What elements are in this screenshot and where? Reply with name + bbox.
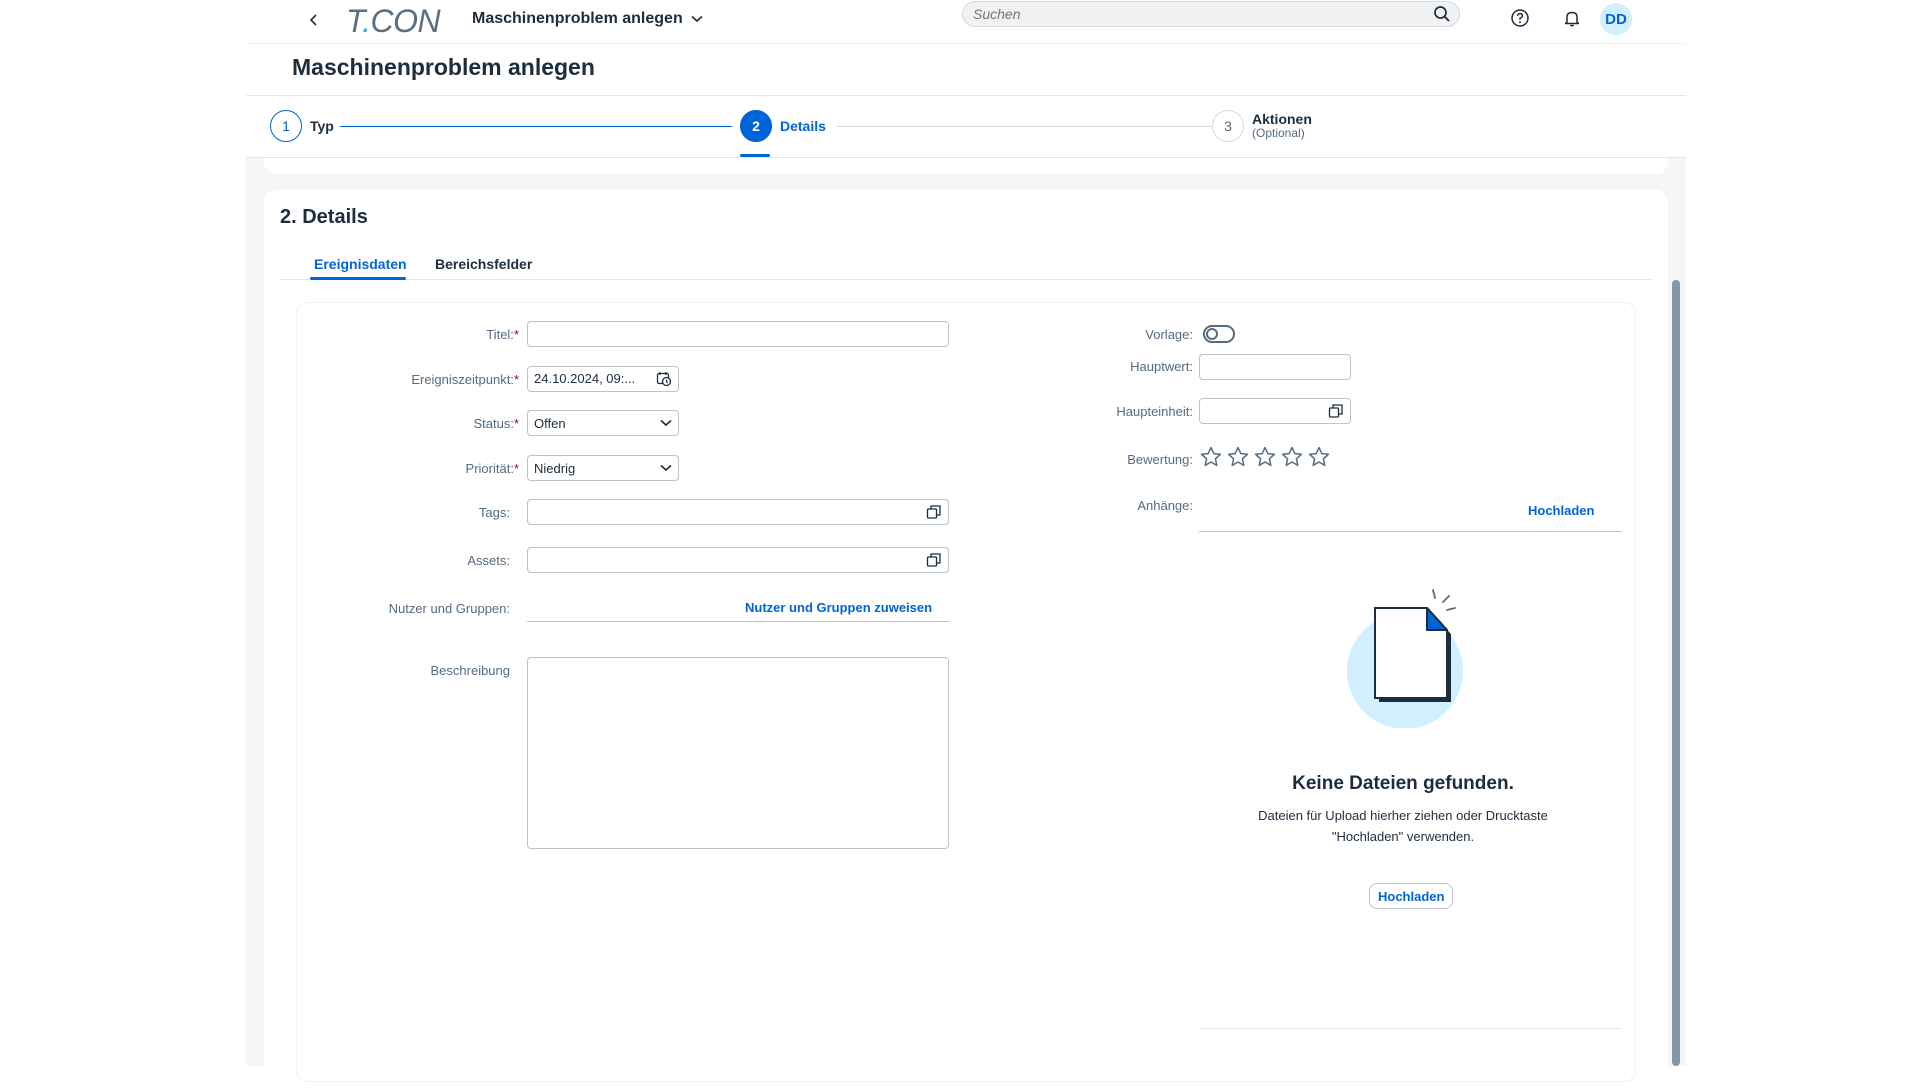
status-label: Status:* — [473, 416, 519, 431]
previous-section-bottom — [264, 158, 1668, 174]
step-connector-completed — [340, 126, 732, 127]
wizard-step-aktionen[interactable]: 3 Aktionen (Optional) — [1212, 110, 1312, 142]
form-panel: Titel:* Ereigniszeitpunkt:* 24.10.2024, … — [296, 302, 1636, 1082]
step-connector-pending — [836, 126, 1216, 127]
step-number: 2 — [740, 110, 772, 142]
tcon-logo[interactable]: T.CON — [346, 3, 441, 40]
bewertung-label: Bewertung: — [1127, 452, 1193, 467]
form-container: Titel:* Ereigniszeitpunkt:* 24.10.2024, … — [296, 302, 1636, 1082]
upload-link[interactable]: Hochladen — [1528, 503, 1594, 518]
search-field[interactable] — [962, 1, 1460, 27]
switch-knob — [1206, 328, 1218, 340]
upload-button[interactable]: Hochladen — [1369, 883, 1454, 909]
active-tab-indicator — [310, 277, 406, 280]
wizard-step-typ[interactable]: 1 Typ — [270, 110, 334, 142]
star-icon[interactable] — [1280, 445, 1304, 469]
step-number: 1 — [270, 110, 302, 142]
empty-state-title: Keine Dateien gefunden. — [1292, 773, 1514, 794]
chevron-down-icon — [660, 419, 672, 427]
nutzer-gruppen-underline — [527, 621, 949, 622]
calendar-clock-icon[interactable] — [656, 371, 672, 387]
back-button[interactable] — [302, 8, 326, 32]
step-label: Details — [780, 118, 826, 134]
assets-label: Assets: — [467, 553, 510, 568]
app-window: T.CON Maschinenproblem anlegen DD Maschi… — [246, 0, 1686, 1090]
page-title: Maschinenproblem anlegen — [292, 54, 595, 80]
value-help-icon[interactable] — [1328, 403, 1344, 419]
value-help-icon[interactable] — [926, 504, 942, 520]
step-number: 3 — [1212, 110, 1244, 142]
beschreibung-label: Beschreibung — [430, 663, 511, 678]
vorlage-label: Vorlage: — [1145, 327, 1193, 342]
chevron-left-icon — [309, 14, 317, 26]
bell-icon[interactable] — [1562, 8, 1582, 28]
shell-bar: T.CON Maschinenproblem anlegen DD — [246, 0, 1686, 44]
tab-ereignisdaten[interactable]: Ereignisdaten — [314, 256, 407, 272]
titel-input[interactable] — [527, 321, 949, 347]
datetime-value: 24.10.2024, 09:... — [534, 371, 636, 386]
titel-label: Titel:* — [486, 327, 519, 342]
tags-label: Tags: — [478, 505, 510, 520]
vorlage-switch[interactable] — [1203, 325, 1235, 343]
prioritaet-label: Priorität:* — [465, 461, 519, 476]
anhaenge-label: Anhänge: — [1137, 498, 1193, 513]
vertical-scrollbar[interactable] — [1672, 280, 1680, 1066]
tags-input[interactable] — [527, 499, 949, 525]
status-select[interactable]: Offen — [527, 410, 679, 436]
empty-state-line-2: "Hochladen" verwenden. — [1331, 829, 1475, 844]
empty-state-description: Dateien für Upload hierher ziehen oder D… — [1203, 805, 1603, 847]
logo-dot: . — [362, 3, 371, 39]
star-icon[interactable] — [1226, 445, 1250, 469]
prioritaet-value: Niedrig — [534, 461, 576, 476]
tab-bar: Ereignisdaten Bereichsfelder — [280, 246, 1652, 280]
app-title-menu[interactable]: Maschinenproblem anlegen — [472, 10, 703, 28]
wizard-progress-bar: 1 Typ 2 Details 3 Aktionen (Optional) — [246, 96, 1686, 158]
chevron-down-icon — [691, 15, 703, 23]
no-files-illustration-icon — [1347, 589, 1463, 728]
logo-prefix: T — [346, 3, 363, 39]
ereigniszeitpunkt-input[interactable]: 24.10.2024, 09:... — [527, 366, 679, 392]
hauptwert-input[interactable] — [1199, 354, 1351, 380]
star-icon[interactable] — [1253, 445, 1277, 469]
attachments-bottom-divider — [1199, 1028, 1621, 1029]
section-title: 2. Details — [280, 206, 368, 228]
beschreibung-textarea[interactable] — [527, 657, 949, 849]
haupteinheit-input[interactable] — [1199, 398, 1351, 424]
tab-bereichsfelder[interactable]: Bereichsfelder — [435, 256, 532, 272]
app-title: Maschinenproblem anlegen — [472, 10, 683, 27]
attachments-header-divider — [1199, 531, 1621, 532]
assign-users-groups-link[interactable]: Nutzer und Gruppen zuweisen — [745, 600, 932, 615]
assets-input[interactable] — [527, 547, 949, 573]
step-sublabel: (Optional) — [1252, 126, 1305, 140]
chevron-down-icon — [660, 464, 672, 472]
active-step-indicator — [740, 154, 770, 157]
nutzer-gruppen-label: Nutzer und Gruppen: — [388, 601, 510, 616]
details-section: 2. Details Ereignisdaten Bereichsfelder … — [264, 190, 1668, 1090]
help-icon[interactable] — [1510, 8, 1530, 28]
wizard-step-details[interactable]: 2 Details — [740, 110, 826, 142]
step-label: Aktionen — [1252, 111, 1312, 127]
step-label-group: Aktionen (Optional) — [1252, 112, 1312, 140]
page-header: Maschinenproblem anlegen — [246, 44, 1686, 96]
prioritaet-select[interactable]: Niedrig — [527, 455, 679, 481]
value-help-icon[interactable] — [926, 552, 942, 568]
hauptwert-label: Hauptwert: — [1130, 359, 1193, 374]
logo-suffix: CON — [370, 3, 441, 39]
status-value: Offen — [534, 416, 566, 431]
star-icon[interactable] — [1307, 445, 1331, 469]
user-avatar[interactable]: DD — [1600, 3, 1632, 35]
haupteinheit-label: Haupteinheit: — [1116, 404, 1193, 419]
step-label: Typ — [310, 118, 334, 134]
search-input[interactable] — [973, 5, 1413, 23]
rating-indicator[interactable] — [1199, 445, 1331, 469]
empty-state-line-1: Dateien für Upload hierher ziehen oder D… — [1258, 808, 1548, 823]
star-icon[interactable] — [1199, 445, 1223, 469]
ereigniszeitpunkt-label: Ereigniszeitpunkt:* — [411, 372, 519, 387]
search-icon[interactable] — [1433, 5, 1451, 23]
